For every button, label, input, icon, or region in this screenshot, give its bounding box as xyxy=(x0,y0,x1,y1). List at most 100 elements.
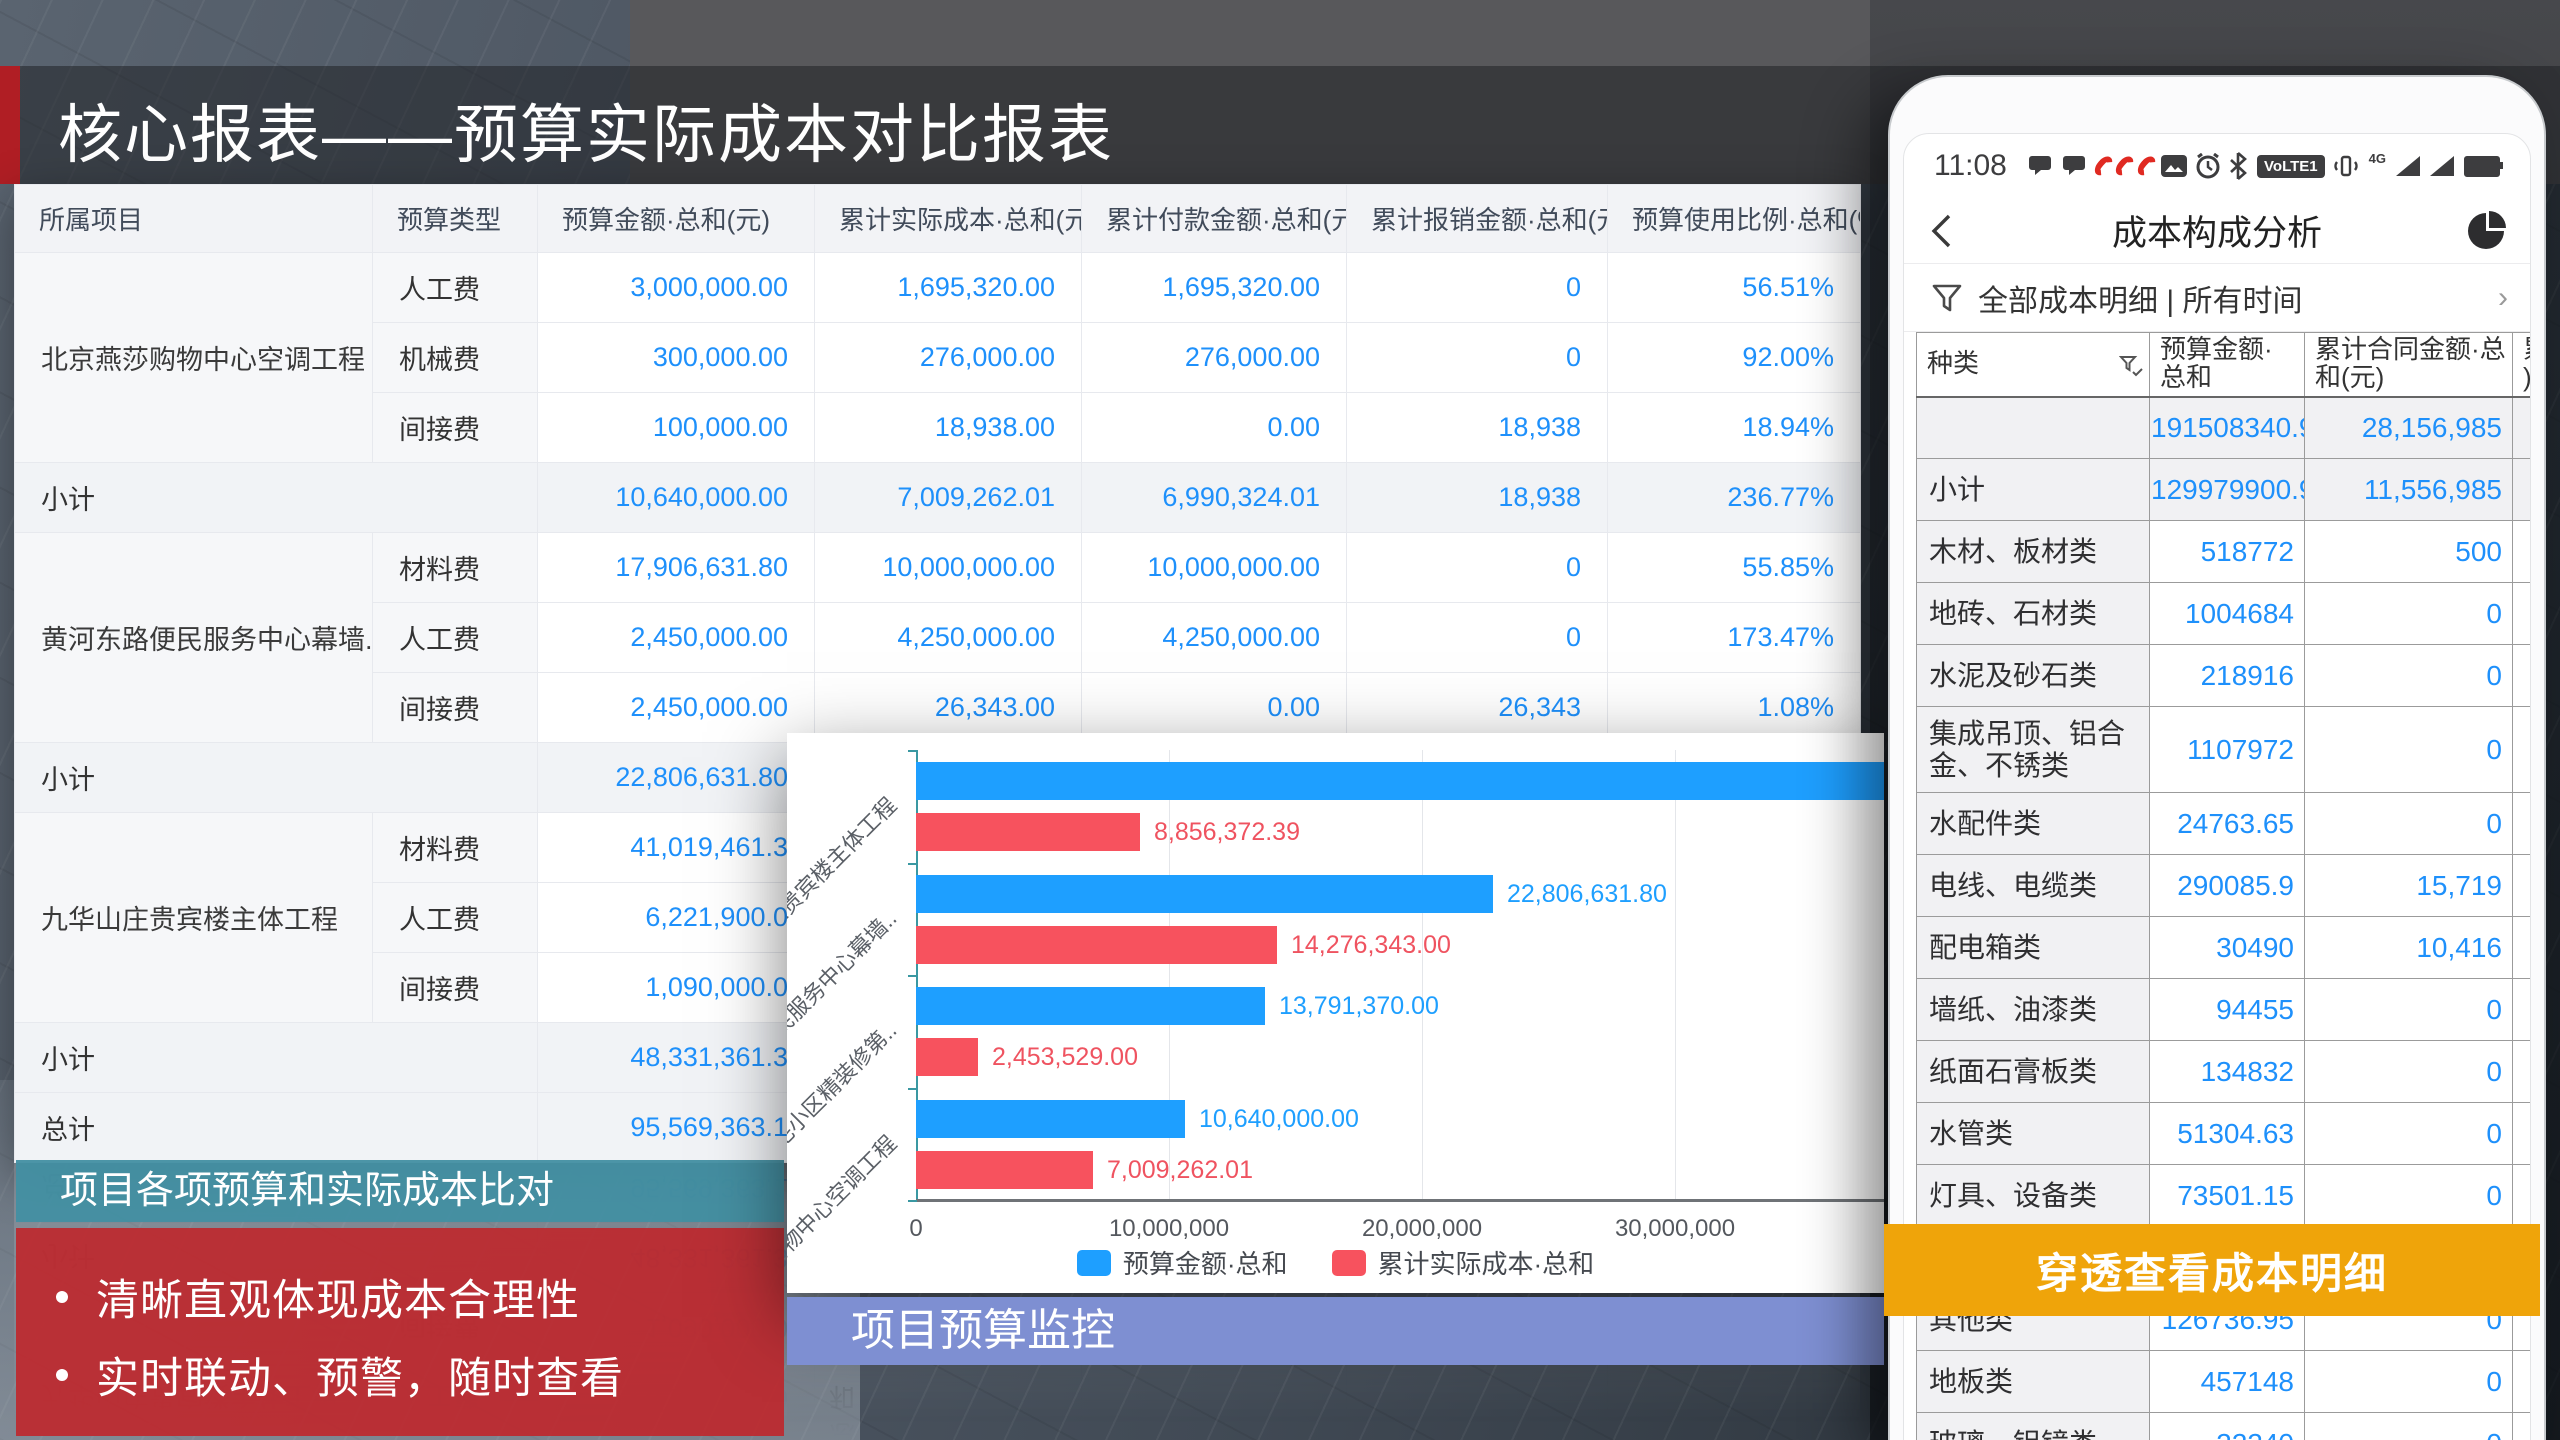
budget-monitor-chart-card: 8,856,372.3922,806,631.8014,276,343.0013… xyxy=(787,733,1884,1293)
value-cell: 17,906,631.80 xyxy=(538,533,815,603)
contract-cell: 500 xyxy=(2305,521,2513,583)
budget-type-cell: 人工费 xyxy=(373,603,538,673)
category-cell: 墙纸、油漆类 xyxy=(1917,979,2150,1041)
value-cell: 1,695,320.00 xyxy=(815,253,1082,323)
cut-cell xyxy=(2513,583,2532,645)
value-cell: 26,343 xyxy=(1347,673,1608,743)
actual-cost-bar xyxy=(916,813,1140,851)
phone-table-row[interactable]: 小计129979900.9411,556,985 xyxy=(1917,459,2532,521)
thead: 种类预算金额·总和累计合同金额·总和(元)累 ) xyxy=(1917,333,2532,397)
pie-chart-icon-wedge xyxy=(2489,211,2506,228)
category-cell: 电线、电缆类 xyxy=(1917,855,2150,917)
x-tick-label: 30,000,000 xyxy=(1615,1215,1735,1243)
contract-cell: 0 xyxy=(2305,1413,2513,1440)
column-header: 预算使用比例·总和(%) xyxy=(1608,185,1861,253)
compare-callout-bar: 项目各项预算和实际成本比对 xyxy=(16,1160,784,1222)
phone-table-row[interactable]: 地板类4571480 xyxy=(1917,1351,2532,1413)
value-cell: 6,990,324.01 xyxy=(1082,463,1347,533)
phone-table-row[interactable]: 191508340.9428,156,985 xyxy=(1917,397,2532,459)
contract-cell: 0 xyxy=(2305,645,2513,707)
value-cell: 100,000.00 xyxy=(538,393,815,463)
row-label-cell: 总计 xyxy=(15,1093,538,1163)
filter-row[interactable]: 全部成本明细 | 所有时间 › xyxy=(1904,264,2530,332)
notification-app-icon xyxy=(2091,153,2115,178)
bullet-icon xyxy=(56,1369,68,1381)
value-cell: 0 xyxy=(1347,603,1608,673)
budget-cell: 51304.63 xyxy=(2150,1103,2305,1165)
volte-badge: VoLTE1 xyxy=(2257,155,2325,178)
legend-item-actual[interactable]: 累计实际成本·总和 xyxy=(1332,1244,1595,1281)
value-cell: 22,806,631.80 xyxy=(538,743,815,813)
path xyxy=(2063,156,2085,175)
category-cell xyxy=(1917,397,2150,459)
budget-cell: 94455 xyxy=(2150,979,2305,1041)
phone-table-row[interactable]: 水管类51304.630 xyxy=(1917,1103,2532,1165)
back-button[interactable] xyxy=(1930,213,1952,249)
legend-label: 预算金额·总和 xyxy=(1123,1244,1288,1281)
phone-table-row[interactable]: 木材、板材类518772500 xyxy=(1917,521,2532,583)
phone-table-row[interactable]: 集成吊顶、铝合金、不锈类11079720 xyxy=(1917,707,2532,793)
bar-value-label: 2,453,529.00 xyxy=(992,1038,1138,1076)
svg xyxy=(2161,155,2187,177)
bullet-text: 实时联动、预警，随时查看 xyxy=(96,1344,624,1406)
value-cell: 48,331,361.3 xyxy=(538,1023,815,1093)
bar-value-label: 22,806,631.80 xyxy=(1507,875,1667,913)
category-cell: 小计 xyxy=(1917,459,2150,521)
phone-table-row[interactable]: 水泥及砂石类2189160 xyxy=(1917,645,2532,707)
title-red-accent xyxy=(0,66,20,184)
value-cell: 55.85% xyxy=(1608,533,1861,603)
budget-cell: 191508340.94 xyxy=(2150,397,2305,459)
phone-table-row[interactable]: 墙纸、油漆类944550 xyxy=(1917,979,2532,1041)
value-cell: 4,250,000.00 xyxy=(815,603,1082,673)
phone-table-row[interactable]: 玻璃、铝镜类222400 xyxy=(1917,1413,2532,1440)
chart-plot-area: 8,856,372.3922,806,631.8014,276,343.0013… xyxy=(916,750,1884,1200)
legend-label: 累计实际成本·总和 xyxy=(1378,1244,1595,1281)
budget-type-cell: 间接费 xyxy=(373,393,538,463)
y-axis-tick xyxy=(908,863,917,865)
bar-value-label: 10,640,000.00 xyxy=(1199,1100,1359,1138)
value-cell: 18,938 xyxy=(1347,463,1608,533)
pie-chart-button[interactable] xyxy=(2468,213,2504,249)
cut-cell xyxy=(2513,793,2532,855)
budget-bar xyxy=(916,987,1265,1025)
phone-table-row[interactable]: 水配件类24763.650 xyxy=(1917,793,2532,855)
status-right-cluster: VoLTE1 4G xyxy=(2187,152,2500,180)
value-cell: 236.77% xyxy=(1608,463,1861,533)
value-cell: 0 xyxy=(1347,323,1608,393)
value-cell: 26,343.00 xyxy=(815,673,1082,743)
svg xyxy=(2195,153,2221,179)
svg xyxy=(2333,153,2359,179)
value-cell: 10,000,000.00 xyxy=(815,533,1082,603)
path xyxy=(1934,216,1949,246)
row-label-cell: 小计 xyxy=(15,1023,538,1093)
contract-cell: 0 xyxy=(2305,707,2513,793)
category-cell: 地板类 xyxy=(1917,1351,2150,1413)
funnel-icon xyxy=(1932,283,1962,313)
contract-cell: 10,416 xyxy=(2305,917,2513,979)
budget-type-cell: 人工费 xyxy=(373,253,538,323)
phone-table-row[interactable]: 配电箱类3049010,416 xyxy=(1917,917,2532,979)
benefits-callout-box: 清晰直观体现成本合理性 实时联动、预警，随时查看 xyxy=(16,1228,784,1436)
cut-cell xyxy=(2513,707,2532,793)
cut-cell xyxy=(2513,1413,2532,1440)
summary-row: 小计10,640,000.007,009,262.016,990,324.011… xyxy=(15,463,1861,533)
contract-cell: 0 xyxy=(2305,1041,2513,1103)
bar-value-label: 14,276,343.00 xyxy=(1291,926,1451,964)
path xyxy=(2133,369,2142,375)
legend-item-budget[interactable]: 预算金额·总和 xyxy=(1077,1244,1288,1281)
budget-type-cell: 机械费 xyxy=(373,323,538,393)
phone-table-row[interactable]: 纸面石膏板类1348320 xyxy=(1917,1041,2532,1103)
value-cell: 18,938 xyxy=(1347,393,1608,463)
battery-icon xyxy=(2464,156,2500,177)
sort-filter-icon[interactable] xyxy=(2119,355,2143,379)
phone-table-row[interactable]: 灯具、设备类73501.150 xyxy=(1917,1165,2532,1227)
category-cell: 水管类 xyxy=(1917,1103,2150,1165)
phone-nav-bar: 成本构成分析 xyxy=(1904,198,2530,264)
cut-cell xyxy=(2513,855,2532,917)
phone-column-header: 累计合同金额·总和(元) xyxy=(2305,333,2513,397)
phone-table-row[interactable]: 地砖、石材类10046840 xyxy=(1917,583,2532,645)
legend-swatch-red xyxy=(1332,1250,1366,1276)
phone-table-row[interactable]: 电线、电缆类290085.915,719 xyxy=(1917,855,2532,917)
actual-cost-bar xyxy=(916,1151,1093,1189)
value-cell: 300,000.00 xyxy=(538,323,815,393)
